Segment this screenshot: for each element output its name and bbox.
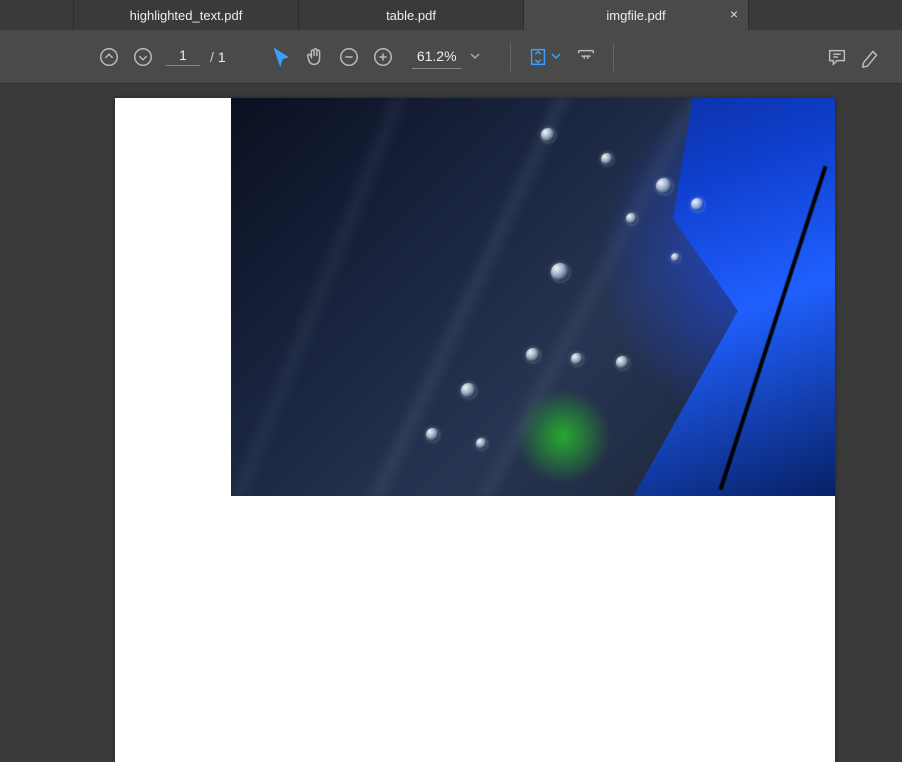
page-total: 1 xyxy=(218,49,226,65)
zoom-out-button[interactable] xyxy=(332,40,366,74)
zoom-dropdown[interactable] xyxy=(470,48,480,66)
fit-page-button[interactable] xyxy=(521,40,555,74)
reflow-button[interactable] xyxy=(569,40,603,74)
toolbar: / 1 61.2% xyxy=(0,30,902,84)
tab-imgfile[interactable]: imgfile.pdf × xyxy=(524,0,749,30)
tab-table[interactable]: table.pdf xyxy=(299,0,524,30)
tab-overflow-stub xyxy=(0,0,74,30)
zoom-in-button[interactable] xyxy=(366,40,400,74)
hand-tool-button[interactable] xyxy=(298,40,332,74)
tab-label: highlighted_text.pdf xyxy=(130,8,243,23)
tab-highlighted-text[interactable]: highlighted_text.pdf xyxy=(74,0,299,30)
page-separator: / xyxy=(210,49,214,65)
tab-bar: highlighted_text.pdf table.pdf imgfile.p… xyxy=(0,0,902,30)
page-down-button[interactable] xyxy=(126,40,160,74)
comment-button[interactable] xyxy=(820,40,854,74)
fit-dropdown[interactable] xyxy=(551,48,561,66)
toolbar-separator xyxy=(613,43,614,71)
embedded-image xyxy=(231,98,835,496)
close-icon[interactable]: × xyxy=(730,6,738,22)
zoom-level[interactable]: 61.2% xyxy=(412,44,462,69)
tab-label: table.pdf xyxy=(386,8,436,23)
select-tool-button[interactable] xyxy=(264,40,298,74)
document-viewer[interactable] xyxy=(0,84,902,762)
page-up-button[interactable] xyxy=(92,40,126,74)
page-number-input[interactable] xyxy=(166,47,200,66)
pdf-page xyxy=(115,98,835,762)
toolbar-separator xyxy=(510,43,511,71)
highlight-button[interactable] xyxy=(854,40,888,74)
tab-label: imgfile.pdf xyxy=(606,8,665,23)
